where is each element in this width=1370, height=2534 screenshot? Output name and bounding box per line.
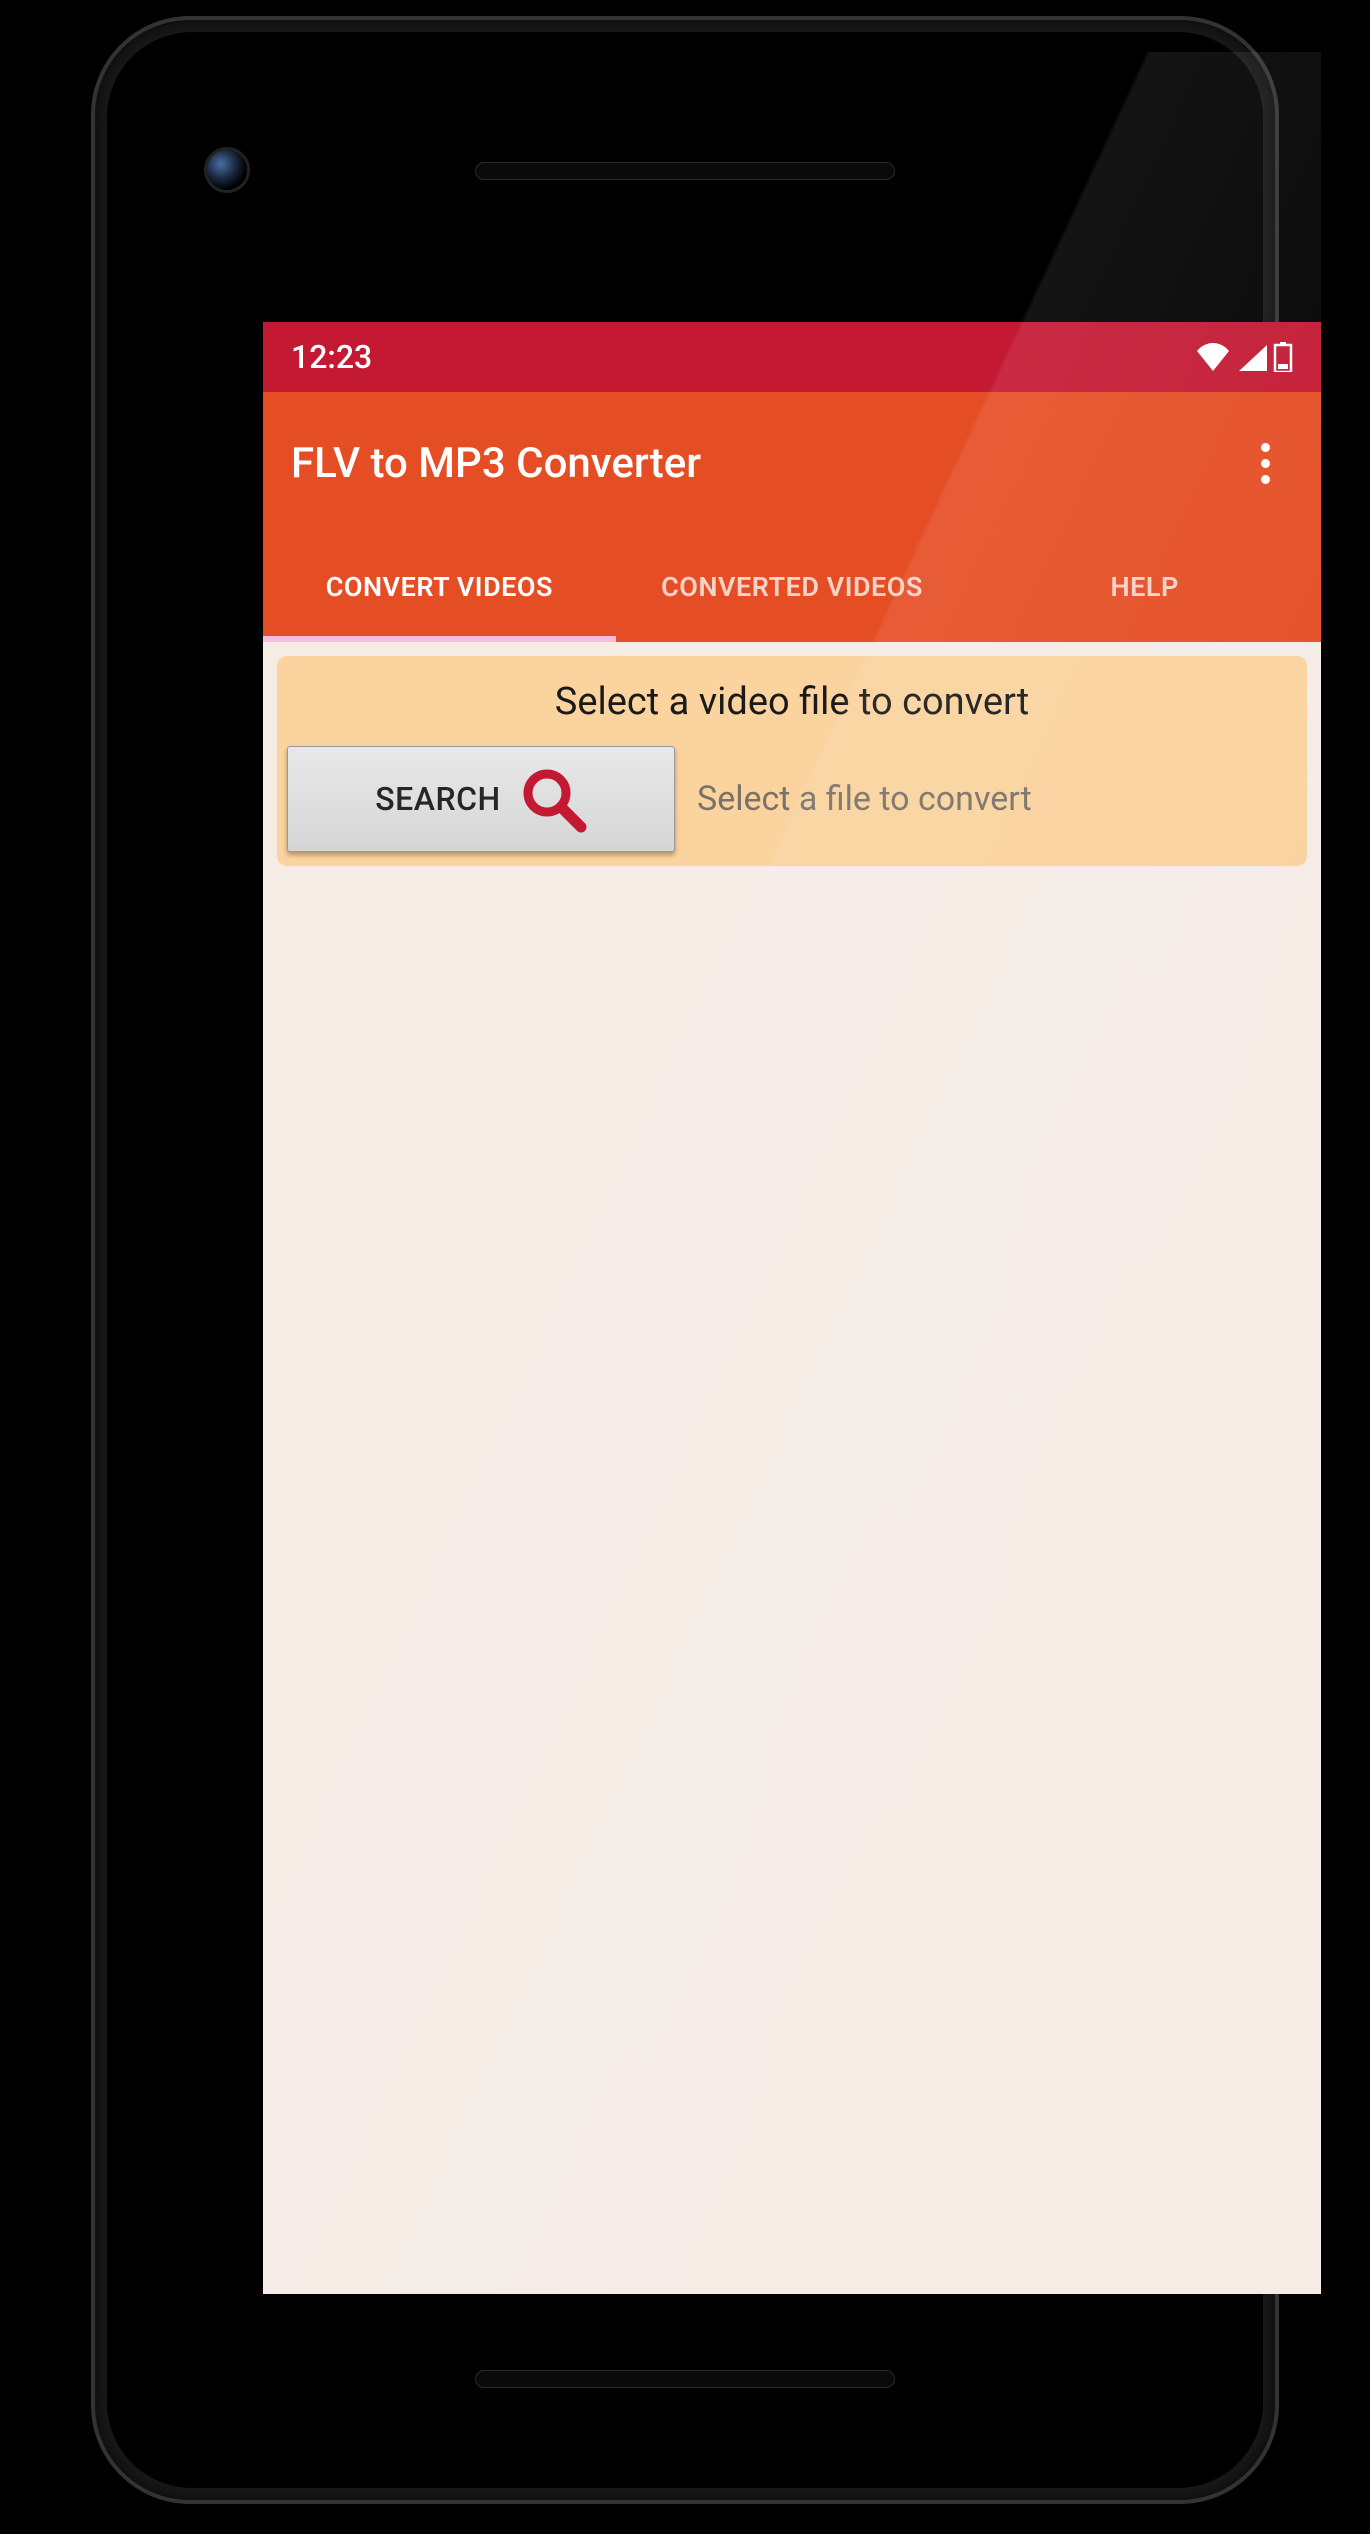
phone-bezel: 12:23 FLV to MP3 Converter — [107, 32, 1263, 2488]
convert-card: Select a video file to convert SEARCH Se… — [277, 656, 1307, 866]
convert-heading: Select a video file to convert — [287, 680, 1297, 724]
status-time: 12:23 — [291, 338, 372, 376]
phone-frame: 12:23 FLV to MP3 Converter — [95, 20, 1275, 2500]
status-bar: 12:23 — [263, 322, 1321, 392]
tab-label: CONVERT VIDEOS — [326, 571, 553, 605]
status-icons — [1195, 342, 1293, 372]
tab-label: HELP — [1111, 571, 1179, 605]
search-button[interactable]: SEARCH — [287, 746, 675, 852]
tab-help[interactable]: HELP — [968, 534, 1321, 642]
tab-converted-videos[interactable]: CONVERTED VIDEOS — [616, 534, 969, 642]
battery-icon — [1273, 342, 1293, 372]
tab-convert-videos[interactable]: CONVERT VIDEOS — [263, 534, 616, 642]
overflow-menu-button[interactable] — [1237, 435, 1293, 491]
file-select-field[interactable]: Select a file to convert — [697, 779, 1032, 819]
wifi-icon — [1195, 343, 1231, 371]
tab-label: CONVERTED VIDEOS — [661, 571, 923, 605]
app-bar: FLV to MP3 Converter — [263, 392, 1321, 534]
cellular-icon — [1237, 343, 1267, 371]
tab-bar: CONVERT VIDEOS CONVERTED VIDEOS HELP — [263, 534, 1321, 642]
content-area: Select a video file to convert SEARCH Se… — [263, 642, 1321, 880]
search-button-label: SEARCH — [375, 780, 500, 818]
app-title: FLV to MP3 Converter — [291, 439, 1237, 488]
phone-camera — [207, 150, 247, 190]
phone-speaker-top — [475, 162, 895, 180]
screen: 12:23 FLV to MP3 Converter — [263, 322, 1321, 2294]
search-icon — [519, 765, 587, 833]
phone-speaker-bottom — [475, 2370, 895, 2388]
tab-indicator — [263, 636, 616, 642]
search-row: SEARCH Select a file to convert — [287, 746, 1297, 852]
